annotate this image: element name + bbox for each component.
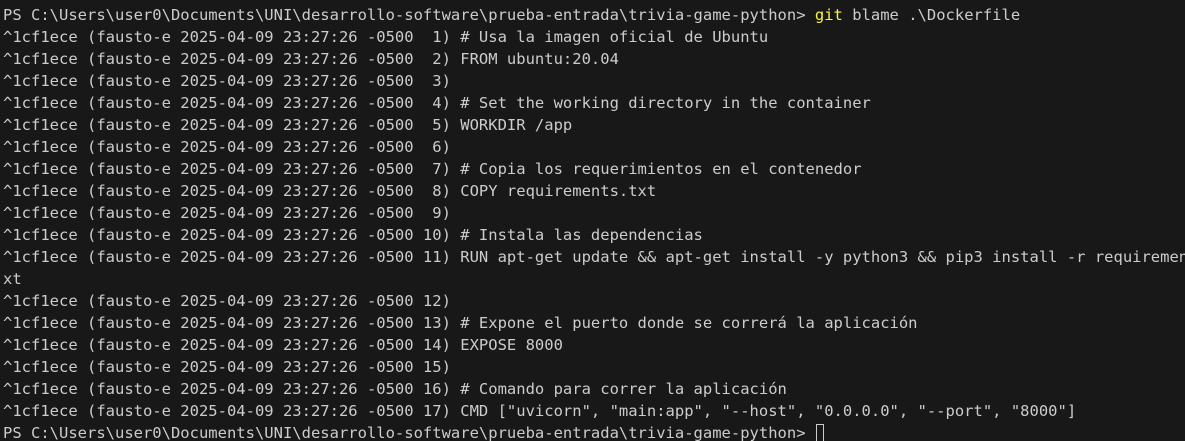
blame-line: ^1cf1ece (fausto-e 2025-04-09 23:27:26 -… (3, 380, 787, 398)
blame-line: ^1cf1ece (fausto-e 2025-04-09 23:27:26 -… (3, 292, 451, 310)
blame-line: ^1cf1ece (fausto-e 2025-04-09 23:27:26 -… (3, 72, 451, 90)
blame-line: ^1cf1ece (fausto-e 2025-04-09 23:27:26 -… (3, 204, 451, 222)
blame-line: ^1cf1ece (fausto-e 2025-04-09 23:27:26 -… (3, 160, 862, 178)
command-args: blame .\Dockerfile (842, 6, 1021, 24)
blame-line: ^1cf1ece (fausto-e 2025-04-09 23:27:26 -… (3, 116, 573, 134)
blame-line: ^1cf1ece (fausto-e 2025-04-09 23:27:26 -… (3, 402, 1077, 420)
blame-line: ^1cf1ece (fausto-e 2025-04-09 23:27:26 -… (3, 138, 451, 156)
blame-line: ^1cf1ece (fausto-e 2025-04-09 23:27:26 -… (3, 50, 619, 68)
blame-line: ^1cf1ece (fausto-e 2025-04-09 23:27:26 -… (3, 94, 871, 112)
final-prompt-line[interactable]: PS C:\Users\user0\Documents\UNI\desarrol… (3, 422, 1185, 441)
text-cursor (815, 424, 824, 441)
final-prompt-text: PS C:\Users\user0\Documents\UNI\desarrol… (3, 424, 815, 441)
blame-line: ^1cf1ece (fausto-e 2025-04-09 23:27:26 -… (3, 182, 657, 200)
terminal-window[interactable]: PS C:\Users\user0\Documents\UNI\desarrol… (0, 0, 1185, 441)
blame-line: ^1cf1ece (fausto-e 2025-04-09 23:27:26 -… (3, 358, 451, 376)
blame-line: ^1cf1ece (fausto-e 2025-04-09 23:27:26 -… (3, 28, 769, 46)
blame-line: xt (3, 270, 22, 288)
blame-line: ^1cf1ece (fausto-e 2025-04-09 23:27:26 -… (3, 314, 918, 332)
prompt-text: PS C:\Users\user0\Documents\UNI\desarrol… (3, 6, 815, 24)
command-line: PS C:\Users\user0\Documents\UNI\desarrol… (3, 4, 1185, 26)
blame-line: ^1cf1ece (fausto-e 2025-04-09 23:27:26 -… (3, 248, 1185, 266)
blame-line: ^1cf1ece (fausto-e 2025-04-09 23:27:26 -… (3, 226, 703, 244)
blame-line: ^1cf1ece (fausto-e 2025-04-09 23:27:26 -… (3, 336, 563, 354)
command-program: git (814, 6, 843, 24)
blame-output: ^1cf1ece (fausto-e 2025-04-09 23:27:26 -… (3, 26, 1185, 422)
